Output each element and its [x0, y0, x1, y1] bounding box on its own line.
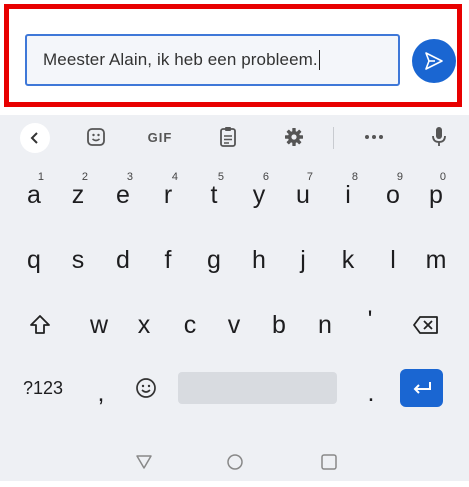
- key-t[interactable]: t5: [198, 171, 230, 215]
- sticker-button[interactable]: [80, 115, 112, 159]
- key-y[interactable]: y6: [243, 171, 275, 215]
- nav-back-button[interactable]: [124, 437, 164, 487]
- symbols-key[interactable]: ?123: [14, 368, 72, 408]
- key-d[interactable]: d: [107, 240, 139, 280]
- key-q[interactable]: q: [18, 240, 50, 280]
- key-z[interactable]: z2: [62, 171, 94, 215]
- gif-icon: GIF: [147, 129, 173, 145]
- key-v[interactable]: v: [218, 305, 250, 345]
- shift-icon: [30, 315, 50, 334]
- key-comma[interactable]: ,: [88, 373, 114, 413]
- text-caret: [318, 50, 320, 70]
- key-p[interactable]: p0: [420, 171, 452, 215]
- more-icon: [365, 135, 383, 139]
- key-k[interactable]: k: [332, 240, 364, 280]
- message-input[interactable]: Meester Alain, ik heb een probleem.: [25, 34, 400, 86]
- key-apostrophe[interactable]: ': [354, 300, 386, 340]
- key-i[interactable]: i8: [332, 171, 364, 215]
- nav-recents-button[interactable]: [309, 437, 349, 487]
- key-g[interactable]: g: [198, 240, 230, 280]
- microphone-icon: [432, 127, 446, 146]
- keyboard-toolbar: GIF: [0, 115, 469, 159]
- key-period[interactable]: .: [358, 373, 384, 413]
- triangle-back-icon: [136, 455, 152, 469]
- enter-key[interactable]: [400, 369, 443, 407]
- toolbar-back-button[interactable]: [20, 123, 50, 153]
- key-m[interactable]: m: [420, 240, 452, 280]
- chevron-left-icon: [30, 132, 38, 144]
- key-x[interactable]: x: [128, 305, 160, 345]
- key-u[interactable]: u7: [287, 171, 319, 215]
- send-button[interactable]: [412, 39, 456, 83]
- more-button[interactable]: [357, 115, 391, 159]
- send-icon: [425, 52, 443, 70]
- compose-area: Meester Alain, ik heb een probleem.: [0, 0, 469, 115]
- backspace-icon: [413, 316, 438, 334]
- emoji-key[interactable]: [128, 368, 164, 408]
- clipboard-button[interactable]: [212, 115, 244, 159]
- key-j[interactable]: j: [287, 240, 319, 280]
- circle-home-icon: [227, 454, 243, 470]
- voice-input-button[interactable]: [424, 115, 454, 159]
- key-f[interactable]: f: [152, 240, 184, 280]
- key-e[interactable]: e3: [107, 171, 139, 215]
- enter-icon: [413, 382, 431, 394]
- settings-button[interactable]: [278, 115, 310, 159]
- sticker-icon: [87, 128, 105, 146]
- key-w[interactable]: w: [83, 305, 115, 345]
- key-l[interactable]: l: [377, 240, 409, 280]
- key-c[interactable]: c: [174, 305, 206, 345]
- emoji-icon: [136, 378, 156, 398]
- gear-icon: [285, 128, 303, 146]
- clipboard-icon: [220, 127, 236, 147]
- key-o[interactable]: o9: [377, 171, 409, 215]
- nav-home-button[interactable]: [215, 437, 255, 487]
- key-s[interactable]: s: [62, 240, 94, 280]
- toolbar-divider: [333, 127, 334, 149]
- key-r[interactable]: r4: [152, 171, 184, 215]
- key-b[interactable]: b: [263, 305, 295, 345]
- key-n[interactable]: n: [309, 305, 341, 345]
- message-text: Meester Alain, ik heb een probleem.: [43, 50, 318, 69]
- square-recents-icon: [321, 454, 337, 470]
- key-h[interactable]: h: [243, 240, 275, 280]
- keyboard: GIF a 1 z 2 e 3 r 4 t 5 y 6 u 7 i 8 o 9 …: [0, 115, 469, 481]
- shift-key[interactable]: [22, 305, 58, 345]
- space-key[interactable]: [178, 372, 337, 404]
- backspace-key[interactable]: [408, 305, 444, 345]
- key-a[interactable]: a1: [18, 171, 50, 215]
- gif-button[interactable]: GIF: [140, 115, 180, 159]
